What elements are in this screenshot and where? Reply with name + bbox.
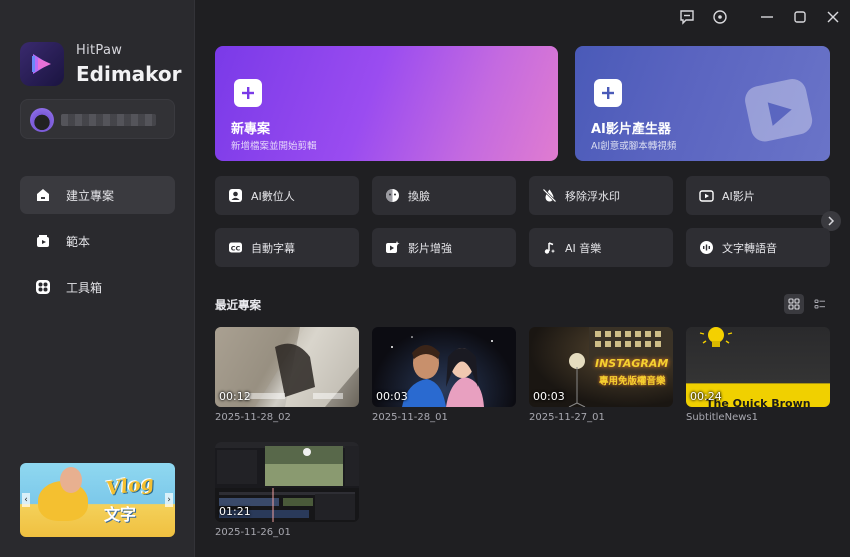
minimize-icon (761, 16, 773, 18)
project-name: 2025-11-26_01 (215, 527, 291, 538)
banner-prev-button[interactable]: ‹ (22, 493, 30, 507)
thumbnail-duration: 00:24 (690, 390, 722, 403)
thumbnail-instagram-subtext: 專用免版權音樂 (599, 376, 666, 387)
new-project-card[interactable]: 新專案 新增檔案並開始剪輯 (215, 46, 558, 161)
banner-next-button[interactable]: › (165, 493, 173, 507)
thumbnail-duration: 00:12 (219, 390, 251, 403)
grid-view-icon (788, 298, 800, 310)
nav-item-create-project[interactable]: 建立專案 (20, 176, 175, 214)
project-thumbnail[interactable]: 01:21 (215, 442, 359, 522)
app-logo (20, 42, 64, 86)
thumbnail-duration: 01:21 (219, 505, 251, 518)
tool-label: AI數位人 (251, 189, 295, 203)
tool-auto-subtitle[interactable]: CC 自動字幕 (215, 228, 359, 267)
thumbnail-duration: 00:03 (376, 390, 408, 403)
tool-label: AI影片 (722, 189, 755, 203)
tool-label: 自動字幕 (251, 241, 295, 255)
brand-name-small: HitPaw (76, 43, 123, 58)
tool-face-swap[interactable]: 換臉 (372, 176, 516, 215)
project-name: SubtitleNews1 (686, 412, 758, 423)
nav-item-templates[interactable]: 範本 (20, 222, 175, 260)
video-play-icon (745, 79, 813, 142)
maximize-button[interactable] (790, 8, 810, 26)
subtitle-icon: CC (227, 240, 243, 256)
music-icon (541, 240, 557, 256)
remove-watermark-icon (541, 188, 557, 204)
tool-text-to-speech[interactable]: 文字轉語音 (686, 228, 830, 267)
template-icon (34, 232, 52, 250)
nav-item-label: 建立專案 (66, 188, 115, 203)
sidebar: HitPaw Edimakor 建立專案 範本 工具箱 Vlog 文字 ‹ › (0, 0, 195, 557)
tool-video-enhance[interactable]: 影片增強 (372, 228, 516, 267)
ai-video-generator-subtitle: AI創意或腳本轉視頻 (591, 141, 677, 152)
thumbnail-duration: 00:03 (533, 390, 565, 403)
project-thumbnail[interactable]: INSTAGRAM 專用免版權音樂 00:03 (529, 327, 673, 407)
list-view-button[interactable] (810, 294, 830, 314)
plus-icon (234, 79, 262, 107)
ai-video-generator-card[interactable]: AI影片產生器 AI創意或腳本轉視頻 (575, 46, 830, 161)
plus-icon (594, 79, 622, 107)
nav-item-label: 範本 (66, 234, 91, 249)
close-button[interactable] (823, 8, 843, 26)
settings-button[interactable] (710, 8, 730, 26)
enhance-icon (384, 240, 400, 256)
settings-icon (713, 10, 727, 24)
chevron-right-icon (828, 216, 835, 226)
tool-ai-video[interactable]: AI影片 (686, 176, 830, 215)
minimize-button[interactable] (757, 8, 777, 26)
feedback-icon (680, 10, 694, 25)
toolbox-icon (34, 278, 52, 296)
list-view-icon (814, 299, 825, 309)
svg-text:CC: CC (230, 245, 240, 253)
ai-video-generator-title: AI影片產生器 (591, 122, 671, 137)
project-thumbnail[interactable]: 00:12 (215, 327, 359, 407)
tool-ai-music[interactable]: AI 音樂 (529, 228, 673, 267)
avatar-icon (227, 188, 243, 204)
tool-label: 換臉 (408, 189, 430, 203)
tool-label: AI 音樂 (565, 241, 602, 255)
project-thumbnail[interactable]: The Quick Brown 00:24 (686, 327, 830, 407)
recent-projects-title: 最近專案 (215, 298, 261, 312)
face-swap-icon (384, 188, 400, 204)
banner-title: Vlog (104, 471, 156, 501)
nav-item-label: 工具箱 (66, 280, 103, 295)
logo-icon (32, 54, 51, 74)
new-project-subtitle: 新增檔案並開始剪輯 (231, 141, 317, 152)
project-name: 2025-11-28_01 (372, 412, 448, 423)
tool-label: 移除浮水印 (565, 189, 620, 203)
home-icon (34, 186, 52, 204)
tool-remove-watermark[interactable]: 移除浮水印 (529, 176, 673, 215)
project-name: 2025-11-28_02 (215, 412, 291, 423)
maximize-icon (794, 11, 806, 23)
girl-illustration (60, 467, 82, 493)
banner-subtitle: 文字 (104, 505, 137, 524)
project-name: 2025-11-27_01 (529, 412, 605, 423)
close-icon (827, 11, 839, 23)
tts-icon (698, 240, 714, 256)
avatar (30, 108, 54, 132)
new-project-title: 新專案 (231, 122, 271, 137)
project-thumbnail[interactable]: 00:03 (372, 327, 516, 407)
thumbnail-instagram-text: INSTAGRAM (595, 357, 669, 370)
user-account[interactable] (20, 99, 175, 139)
promo-banner[interactable]: Vlog 文字 ‹ › (20, 463, 175, 537)
grid-view-button[interactable] (784, 294, 804, 314)
user-name-redacted (61, 114, 156, 126)
nav-item-toolbox[interactable]: 工具箱 (20, 268, 175, 306)
feedback-button[interactable] (677, 8, 697, 26)
tool-label: 影片增強 (408, 241, 452, 255)
tool-ai-avatar[interactable]: AI數位人 (215, 176, 359, 215)
tool-label: 文字轉語音 (722, 241, 777, 255)
brand-name: Edimakor (76, 62, 182, 86)
ai-video-icon (698, 188, 714, 204)
